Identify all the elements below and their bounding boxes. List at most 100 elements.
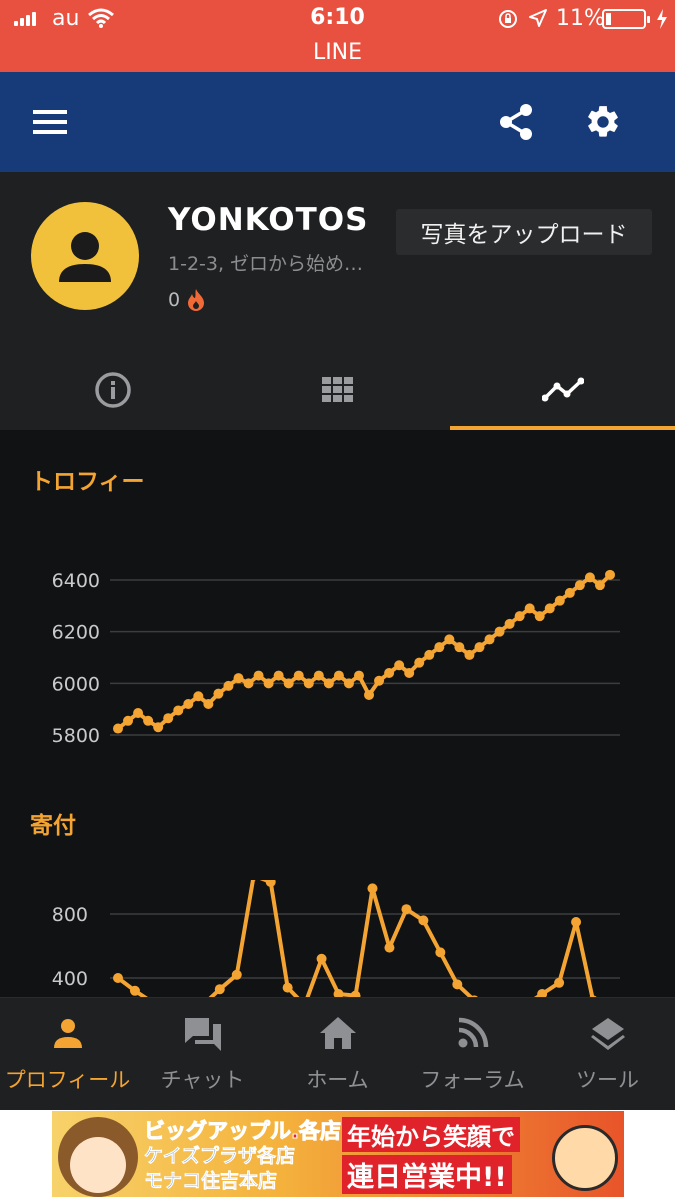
data-point[interactable] [594, 580, 605, 591]
data-point[interactable] [434, 642, 445, 653]
nav-forum[interactable]: フォーラム [405, 998, 540, 1111]
data-point[interactable] [223, 680, 234, 691]
data-point[interactable] [265, 880, 276, 887]
data-point[interactable] [364, 689, 375, 700]
data-point[interactable] [313, 670, 324, 681]
ad-banner[interactable]: ビッグアップル.各店 ケイズプラザ各店 モナコ住吉本店 年始から笑顔で 連日営業… [0, 1110, 675, 1200]
y-tick-label: 400 [52, 968, 88, 990]
tab-info[interactable] [0, 350, 225, 430]
clan-name[interactable]: 1-2-3, ゼロから始め… [168, 249, 378, 276]
data-point[interactable] [524, 603, 535, 614]
bottom-navigation: プロフィール チャット ホーム フォーラム ツール [0, 997, 675, 1110]
gear-icon [588, 106, 618, 137]
data-point[interactable] [253, 670, 264, 681]
upload-photo-button[interactable]: 写真をアップロード [396, 209, 652, 255]
data-point[interactable] [464, 649, 475, 660]
data-point[interactable] [574, 580, 585, 591]
data-point[interactable] [484, 634, 495, 645]
data-point[interactable] [343, 678, 354, 689]
data-point[interactable] [374, 675, 385, 686]
data-point[interactable] [203, 699, 214, 709]
data-point[interactable] [444, 634, 455, 645]
data-point[interactable] [129, 985, 140, 996]
data-point[interactable] [193, 691, 204, 702]
data-point[interactable] [494, 626, 505, 637]
nav-tools[interactable]: ツール [540, 998, 675, 1111]
data-point[interactable] [282, 982, 293, 993]
data-point[interactable] [454, 642, 465, 653]
data-point[interactable] [113, 723, 123, 734]
data-point[interactable] [213, 688, 224, 699]
battery-icon [602, 9, 650, 29]
nav-chat[interactable]: チャット [135, 998, 270, 1111]
chat-icon [184, 1018, 221, 1051]
data-point[interactable] [263, 678, 274, 689]
data-point[interactable] [474, 642, 485, 653]
data-point[interactable] [571, 917, 582, 927]
ad-creative[interactable]: ビッグアップル.各店 ケイズプラザ各店 モナコ住吉本店 年始から笑顔で 連日営業… [52, 1111, 624, 1197]
data-point[interactable] [544, 603, 555, 614]
return-to-app-label[interactable]: LINE [0, 40, 675, 65]
nav-label: ホーム [306, 1068, 369, 1092]
data-point[interactable] [153, 722, 164, 733]
data-point[interactable] [414, 657, 425, 668]
data-point[interactable] [424, 649, 435, 660]
data-point[interactable] [554, 977, 565, 988]
ad-character-right [552, 1125, 618, 1191]
avatar[interactable] [31, 202, 139, 310]
data-point[interactable] [243, 678, 254, 689]
data-point[interactable] [452, 979, 463, 990]
data-point[interactable] [163, 713, 174, 724]
data-point[interactable] [214, 984, 225, 995]
data-point[interactable] [394, 660, 405, 671]
data-point[interactable] [384, 668, 395, 678]
ad-headline-2: 連日営業中!! [342, 1155, 512, 1194]
nav-home[interactable]: ホーム [270, 998, 405, 1111]
data-point[interactable] [504, 618, 515, 629]
tab-stats[interactable] [450, 350, 675, 430]
info-icon [94, 372, 131, 408]
data-point[interactable] [605, 569, 615, 580]
data-point[interactable] [173, 705, 184, 716]
data-point[interactable] [401, 904, 412, 915]
trophies-chart: 6400 6200 6000 5800 [52, 569, 620, 747]
donations-section-title: 寄付 [30, 813, 76, 839]
data-point[interactable] [323, 678, 334, 689]
data-point[interactable] [283, 678, 294, 689]
stats-content[interactable]: トロフィー 6400 6200 6000 5800 寄付 800 400 [0, 430, 675, 997]
data-point[interactable] [435, 947, 446, 958]
data-point[interactable] [514, 611, 525, 622]
data-point[interactable] [123, 715, 134, 726]
settings-button[interactable] [573, 92, 633, 152]
nav-label: チャット [160, 1068, 245, 1092]
data-point[interactable] [418, 915, 429, 926]
data-point[interactable] [564, 587, 575, 598]
data-point[interactable] [367, 883, 378, 894]
data-point[interactable] [303, 678, 314, 689]
data-point[interactable] [133, 708, 144, 719]
y-tick-label: 6000 [52, 673, 100, 695]
ad-character-face [70, 1137, 126, 1193]
tab-grid[interactable] [225, 350, 450, 430]
nav-profile[interactable]: プロフィール [0, 998, 135, 1111]
data-point[interactable] [353, 670, 364, 681]
data-point[interactable] [584, 572, 595, 583]
data-point[interactable] [384, 942, 395, 953]
data-point[interactable] [316, 953, 327, 964]
data-point[interactable] [293, 670, 304, 681]
data-point[interactable] [554, 595, 565, 606]
data-point[interactable] [404, 668, 415, 678]
data-point[interactable] [249, 880, 259, 881]
profile-header: YONKOTOS 1-2-3, ゼロから始め… 0 写真をアップロード [0, 172, 675, 430]
data-point[interactable] [534, 611, 545, 622]
data-point[interactable] [233, 673, 244, 684]
menu-button[interactable] [20, 92, 80, 152]
data-point[interactable] [183, 699, 194, 709]
share-button[interactable] [486, 92, 546, 152]
data-point[interactable] [113, 973, 123, 983]
data-point[interactable] [333, 670, 344, 681]
top-app-bar [0, 72, 675, 172]
data-point[interactable] [231, 969, 242, 980]
data-point[interactable] [143, 715, 154, 726]
data-point[interactable] [273, 670, 284, 681]
